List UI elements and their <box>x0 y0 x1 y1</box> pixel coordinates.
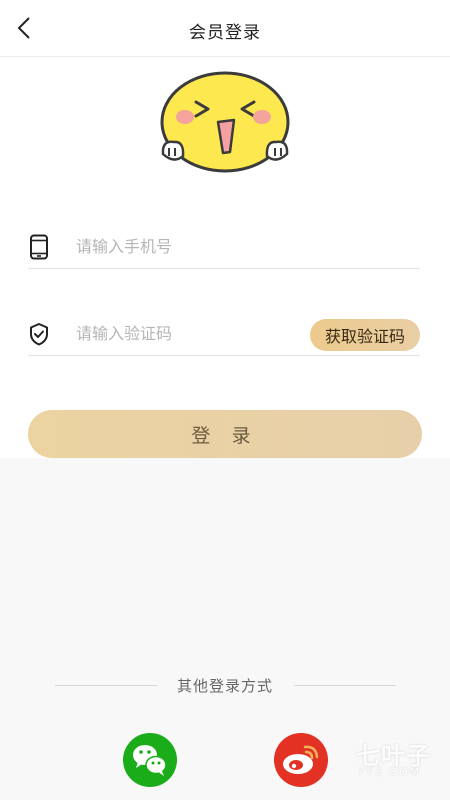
phone-field <box>28 228 420 269</box>
divider-left <box>55 685 157 686</box>
login-button[interactable]: 登 录 <box>28 410 422 458</box>
weibo-icon <box>283 745 319 774</box>
watermark: 七叶子 7YZ.COM <box>350 736 440 786</box>
divider-right <box>294 685 396 686</box>
shield-check-icon <box>30 323 48 346</box>
get-code-button[interactable]: 获取验证码 <box>310 319 420 351</box>
watermark-subtitle: 7YZ.COM <box>358 766 421 778</box>
header-bar: 会员登录 <box>0 0 450 57</box>
code-field: 获取验证码 <box>28 315 420 356</box>
phone-input[interactable] <box>74 232 308 264</box>
other-login-label: 其他登录方式 <box>176 678 273 695</box>
wechat-login-button[interactable] <box>123 733 177 787</box>
wechat-icon <box>133 745 167 776</box>
page-title: 会员登录 <box>189 23 261 42</box>
phone-icon <box>30 234 48 260</box>
weibo-login-button[interactable] <box>274 733 328 787</box>
code-input[interactable] <box>74 319 308 351</box>
laughing-face-mascot <box>160 71 290 173</box>
